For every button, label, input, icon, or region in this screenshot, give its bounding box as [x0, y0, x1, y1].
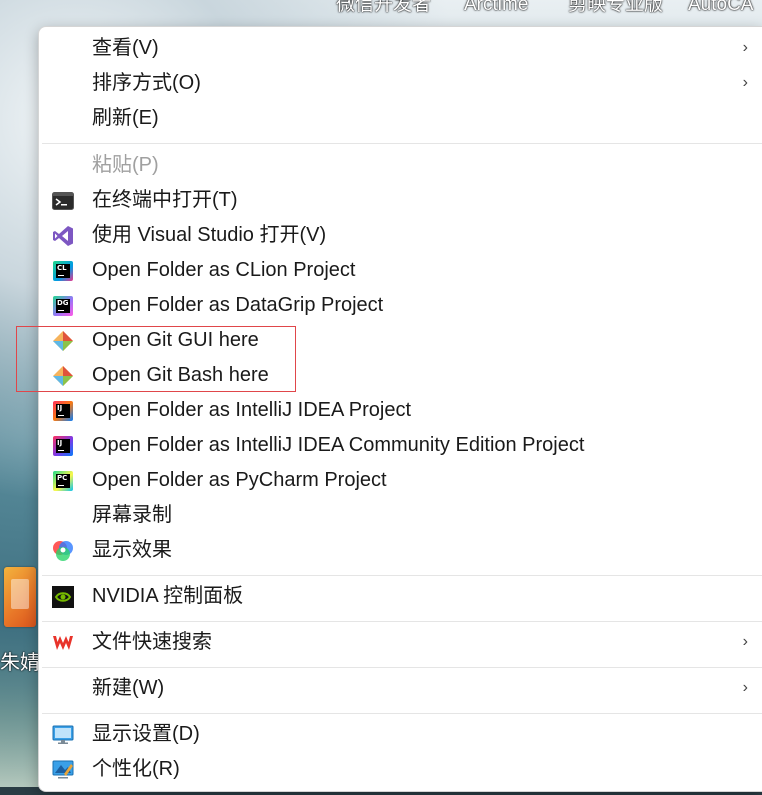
chevron-right-icon: ›: [742, 633, 748, 650]
menu-item-quick-file-search[interactable]: 文件快速搜索 ›: [39, 625, 762, 660]
terminal-icon: [52, 190, 74, 212]
menu-item-label: 屏幕录制: [92, 504, 172, 526]
chevron-right-icon: ›: [742, 39, 748, 56]
pycharm-badge-text: PC: [56, 474, 70, 488]
menu-item-label: Open Git GUI here: [92, 329, 259, 351]
menu-item-label: 显示设置(D): [92, 723, 200, 745]
menu-item-paste: 粘贴(P): [39, 148, 762, 183]
nvidia-icon: [52, 586, 74, 608]
menu-item-label: NVIDIA 控制面板: [92, 585, 244, 607]
desktop-context-menu: 查看(V) › 排序方式(O) › 刷新(E) 粘贴(P) 在终端中打开(T): [38, 26, 762, 792]
intellij-badge-text: IJ: [56, 404, 70, 418]
display-effects-icon: [52, 540, 74, 562]
menu-item-open-git-bash[interactable]: Open Git Bash here: [39, 358, 762, 393]
menu-item-display-settings[interactable]: 显示设置(D): [39, 717, 762, 752]
display-settings-icon: [52, 724, 74, 746]
menu-item-open-intellij-idea[interactable]: IJ Open Folder as IntelliJ IDEA Project: [39, 393, 762, 428]
menu-item-label: 刷新(E): [92, 107, 159, 129]
menu-item-label: 在终端中打开(T): [92, 189, 238, 211]
visual-studio-icon: [52, 225, 74, 247]
menu-item-sort-by[interactable]: 排序方式(O) ›: [39, 66, 762, 101]
menu-separator: [42, 621, 762, 622]
menu-separator: [42, 575, 762, 576]
desktop-icon-label-autocad[interactable]: AutoCA: [688, 0, 753, 16]
menu-item-label: Open Folder as IntelliJ IDEA Community E…: [92, 434, 585, 456]
menu-item-label: Open Folder as CLion Project: [92, 259, 356, 281]
desktop-icon-label-arctime[interactable]: Arctime: [464, 0, 528, 16]
git-icon: [52, 365, 74, 387]
chevron-right-icon: ›: [742, 679, 748, 696]
desktop-top-labels: 微信开发者 Arctime 剪映专业版 AutoCA: [336, 0, 762, 16]
menu-item-nvidia-control-panel[interactable]: NVIDIA 控制面板: [39, 579, 762, 614]
menu-item-label: 个性化(R): [92, 758, 180, 780]
menu-item-label: 查看(V): [92, 37, 159, 59]
menu-item-label: 显示效果: [92, 539, 172, 561]
menu-item-display-effects[interactable]: 显示效果: [39, 533, 762, 568]
pycharm-icon: PC: [52, 470, 74, 492]
menu-item-open-clion[interactable]: CL Open Folder as CLion Project: [39, 253, 762, 288]
desktop-icon-label-jianying[interactable]: 剪映专业版: [568, 0, 663, 16]
menu-separator: [42, 143, 762, 144]
menu-item-label: Open Folder as PyCharm Project: [92, 469, 387, 491]
clion-icon: CL: [52, 260, 74, 282]
menu-item-screen-record[interactable]: 屏幕录制: [39, 498, 762, 533]
menu-item-personalize[interactable]: 个性化(R): [39, 752, 762, 787]
git-icon: [52, 330, 74, 352]
chevron-right-icon: ›: [742, 74, 748, 91]
menu-item-new[interactable]: 新建(W) ›: [39, 671, 762, 706]
menu-item-label: 新建(W): [92, 677, 165, 699]
personalize-icon: [52, 759, 74, 781]
menu-separator: [42, 667, 762, 668]
menu-item-label: 排序方式(O): [92, 72, 201, 94]
menu-item-label: Open Folder as DataGrip Project: [92, 294, 384, 316]
wps-icon: [52, 632, 74, 654]
desktop-file-label[interactable]: 朱婧: [0, 651, 40, 675]
desktop-file-icon[interactable]: [4, 567, 36, 627]
clion-badge-text: CL: [56, 264, 70, 278]
menu-separator: [42, 713, 762, 714]
menu-item-open-intellij-idea-community[interactable]: IJ Open Folder as IntelliJ IDEA Communit…: [39, 428, 762, 463]
intellij-idea-icon: IJ: [52, 400, 74, 422]
menu-item-label: 使用 Visual Studio 打开(V): [92, 224, 327, 246]
menu-item-open-pycharm[interactable]: PC Open Folder as PyCharm Project: [39, 463, 762, 498]
menu-item-label: 粘贴(P): [92, 154, 159, 176]
datagrip-badge-text: DG: [56, 299, 70, 313]
desktop-icon-label-wechat-devtools[interactable]: 微信开发者: [336, 0, 431, 16]
menu-item-label: Open Folder as IntelliJ IDEA Project: [92, 399, 412, 421]
intellij-community-badge-text: IJ: [56, 439, 70, 453]
menu-item-open-visual-studio[interactable]: 使用 Visual Studio 打开(V): [39, 218, 762, 253]
menu-item-label: 文件快速搜索: [92, 631, 212, 653]
menu-item-open-git-gui[interactable]: Open Git GUI here: [39, 323, 762, 358]
datagrip-icon: DG: [52, 295, 74, 317]
menu-item-refresh[interactable]: 刷新(E): [39, 101, 762, 136]
menu-item-view[interactable]: 查看(V) ›: [39, 31, 762, 66]
menu-item-label: Open Git Bash here: [92, 364, 269, 386]
intellij-idea-community-icon: IJ: [52, 435, 74, 457]
menu-item-open-datagrip[interactable]: DG Open Folder as DataGrip Project: [39, 288, 762, 323]
menu-item-open-in-terminal[interactable]: 在终端中打开(T): [39, 183, 762, 218]
